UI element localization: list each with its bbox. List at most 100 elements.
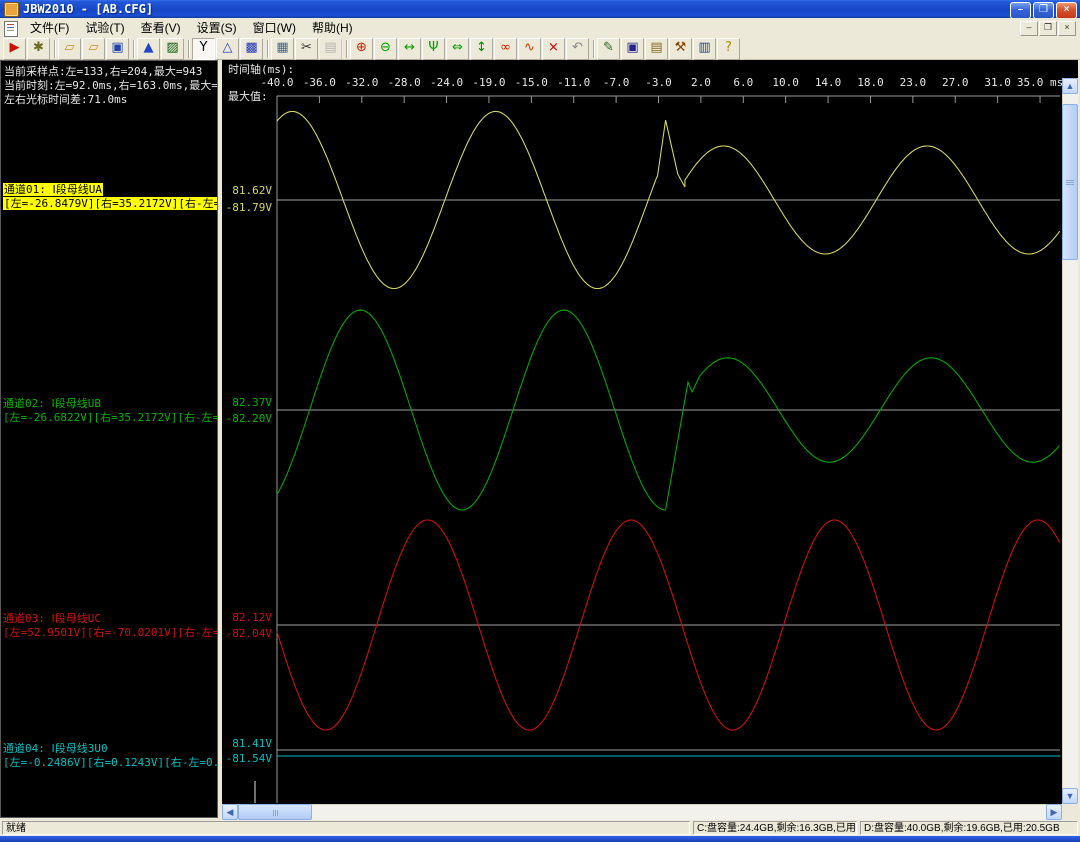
open-file-button[interactable]: ▱ <box>58 38 81 60</box>
close-button[interactable]: × <box>1056 2 1077 19</box>
time-tick-label: 35.0 ms <box>1017 76 1063 89</box>
time-tick-label: -32.0 <box>345 76 378 89</box>
status-disk-d: D:盘容量:40.0GB,剩余:19.6GB,已用:20.5GB <box>860 821 1078 835</box>
scroll-right-arrow[interactable]: ▶ <box>1046 804 1062 820</box>
status-ready: 就绪 <box>2 821 690 835</box>
time-tick-label: -19.0 <box>472 76 505 89</box>
channel-04-max-value: 81.41V <box>218 737 272 750</box>
channel-02-max-value: 82.37V <box>218 396 272 409</box>
channel-03-cursor-values: [左=52.9501V][右=-70.0201V][右-左=-122.9702V… <box>3 626 218 639</box>
scroll-down-arrow[interactable]: ▼ <box>1062 788 1078 804</box>
delta-cursor-button[interactable]: △ <box>216 38 239 60</box>
paste-button[interactable]: ▤ <box>319 38 342 60</box>
time-tick-label: 6.0 <box>733 76 753 89</box>
toolbar: ▶✱▱▱▣▲▨Y△▩▦✂▤⊕⊖↔Ψ⇔↕∞∿×↶✎▣▤⚒▥? <box>0 38 1080 60</box>
zoom-out-button[interactable]: ⊖ <box>374 38 397 60</box>
channel-02-cursor-values: [左=-26.6822V][右=35.2172V][右-左=61.8994V] <box>3 411 218 424</box>
print-page-button[interactable]: ▤ <box>645 38 668 60</box>
help-button[interactable]: ? <box>717 38 740 60</box>
cursor-delta-readout: 左右光标时间差:71.0ms <box>4 91 127 107</box>
title-bar[interactable]: JBW2010 - [AB.CFG] – ❐ × <box>0 0 1080 18</box>
toolbar-separator <box>590 39 597 59</box>
menu-settings[interactable]: 设置(S) <box>189 18 245 38</box>
vertical-scroll-thumb[interactable] <box>1062 104 1078 260</box>
link-cursor-button[interactable]: ∞ <box>494 38 517 60</box>
settings-gear-button[interactable]: ✱ <box>27 38 50 60</box>
start-test-button[interactable]: ▶ <box>3 38 26 60</box>
status-disk-c: C:盘容量:24.4GB,剩余:16.3GB,已用: 8.1GB <box>693 821 857 835</box>
mdi-close-button[interactable]: × <box>1058 21 1076 36</box>
channel-01-max-value: 81.62V <box>218 184 272 197</box>
undo-button[interactable]: ↶ <box>566 38 589 60</box>
plot-area[interactable] <box>278 97 1060 803</box>
minimize-button[interactable]: – <box>1010 2 1031 19</box>
window-bottom-border <box>0 836 1080 842</box>
channel-02-title[interactable]: 通道02: Ⅰ段母线UB <box>3 397 101 410</box>
horizontal-scrollbar[interactable]: ◀ ▶ <box>222 804 1062 820</box>
time-axis-label: 时间轴(ms): <box>228 61 294 77</box>
toolbar-separator <box>264 39 271 59</box>
toolbar-separator <box>130 39 137 59</box>
mdi-document-icon[interactable] <box>4 21 18 37</box>
toolbar-separator <box>185 39 192 59</box>
sine-analysis-button[interactable]: ∿ <box>518 38 541 60</box>
menu-view[interactable]: 查看(V) <box>133 18 189 38</box>
menu-file[interactable]: 文件(F) <box>22 18 77 38</box>
open-config-button[interactable]: ▱ <box>82 38 105 60</box>
app-icon <box>4 2 19 17</box>
expand-horizontal-button[interactable]: ↔ <box>398 38 421 60</box>
horizontal-scroll-thumb[interactable] <box>238 804 312 820</box>
close-view-button[interactable]: × <box>542 38 565 60</box>
channel-04-title[interactable]: 通道04: Ⅰ段母线3U0 <box>3 742 108 755</box>
time-tick-label: 31.0 <box>984 76 1011 89</box>
save-button[interactable]: ▣ <box>106 38 129 60</box>
vertical-scrollbar[interactable]: ▲ ▼ <box>1062 78 1078 804</box>
window-title: JBW2010 - [AB.CFG] <box>23 0 153 18</box>
time-tick-label: 27.0 <box>942 76 969 89</box>
time-tick-label: 14.0 <box>815 76 842 89</box>
marker-tool-button[interactable]: ▲ <box>137 38 160 60</box>
cut-button[interactable]: ✂ <box>295 38 318 60</box>
menu-help[interactable]: 帮助(H) <box>304 18 361 38</box>
wave-window-button[interactable]: ▩ <box>240 38 263 60</box>
channel-04-min-value: -81.54V <box>218 752 272 765</box>
channel-03-title[interactable]: 通道03: Ⅰ段母线UC <box>3 612 101 625</box>
time-tick-label: 2.0 <box>691 76 711 89</box>
time-tick-label: -24.0 <box>430 76 463 89</box>
channel-01-title[interactable]: 通道01: Ⅰ段母线UA <box>3 183 103 196</box>
y-cursor-button[interactable]: Y <box>192 38 215 60</box>
channel-info-panel: 当前采样点:左=133,右=204,最大=943 当前时刻:左=92.0ms,右… <box>0 60 218 818</box>
tools-button[interactable]: ⚒ <box>669 38 692 60</box>
channel-02-min-value: -82.20V <box>218 412 272 425</box>
channel-01-cursor-values: [左=-26.8479V][右=35.2172V][右-左=62.0651V] <box>3 197 218 210</box>
toolbar-separator <box>51 39 58 59</box>
blue-window-button[interactable]: ▣ <box>621 38 644 60</box>
restore-button[interactable]: ❐ <box>1033 2 1054 19</box>
menu-test[interactable]: 试验(T) <box>77 18 132 38</box>
time-tick-label: -15.0 <box>515 76 548 89</box>
time-tick-label: -28.0 <box>388 76 421 89</box>
time-tick-label: -7.0 <box>603 76 630 89</box>
waveform-image-button[interactable]: ▨ <box>161 38 184 60</box>
scroll-up-arrow[interactable]: ▲ <box>1062 78 1078 94</box>
expand-vertical-button[interactable]: ↕ <box>470 38 493 60</box>
data-table-button[interactable]: ▥ <box>693 38 716 60</box>
channel-01-min-value: -81.79V <box>218 201 272 214</box>
scroll-left-arrow[interactable]: ◀ <box>222 804 238 820</box>
menu-bar: 文件(F)试验(T)查看(V)设置(S)窗口(W)帮助(H) – ❐ × <box>0 18 1080 39</box>
mdi-minimize-button[interactable]: – <box>1020 21 1038 36</box>
channel-03-max-value: 82.12V <box>218 611 272 624</box>
zoom-in-button[interactable]: ⊕ <box>350 38 373 60</box>
menu-window[interactable]: 窗口(W) <box>245 18 304 38</box>
pan-horizontal-button[interactable]: ⇔ <box>446 38 469 60</box>
mdi-restore-button[interactable]: ❐ <box>1039 21 1057 36</box>
status-bar: 就绪 C:盘容量:24.4GB,剩余:16.3GB,已用: 8.1GB D:盘容… <box>0 820 1080 836</box>
split-channel-button[interactable]: Ψ <box>422 38 445 60</box>
time-tick-label: -11.0 <box>557 76 590 89</box>
max-value-label: 最大值: <box>228 88 268 104</box>
time-tick-label: 23.0 <box>900 76 927 89</box>
edit-report-button[interactable]: ✎ <box>597 38 620 60</box>
channel-04-cursor-values: [左=-0.2486V][右=0.1243V][右-左=0.3729V] <box>3 756 218 769</box>
time-tick-label: 10.0 <box>772 76 799 89</box>
copy-button[interactable]: ▦ <box>271 38 294 60</box>
